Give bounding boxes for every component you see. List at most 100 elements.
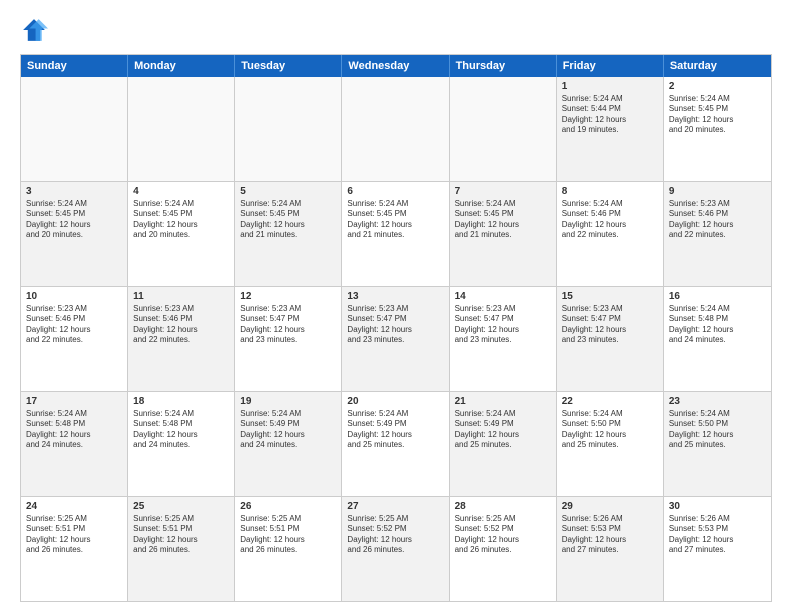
day-number: 8 — [562, 186, 658, 197]
day-number: 20 — [347, 396, 443, 407]
cell-text: Sunrise: 5:24 AM Sunset: 5:50 PM Dayligh… — [669, 409, 766, 451]
weekday-header-wednesday: Wednesday — [342, 55, 449, 77]
day-number: 14 — [455, 291, 551, 302]
cell-text: Sunrise: 5:25 AM Sunset: 5:51 PM Dayligh… — [133, 514, 229, 556]
calendar: SundayMondayTuesdayWednesdayThursdayFrid… — [20, 54, 772, 602]
calendar-cell-empty-0-3 — [342, 77, 449, 181]
calendar-cell-empty-0-0 — [21, 77, 128, 181]
calendar-cell-empty-0-2 — [235, 77, 342, 181]
calendar-cell-8: 8 Sunrise: 5:24 AM Sunset: 5:46 PM Daylig… — [557, 182, 664, 286]
calendar-cell-30: 30 Sunrise: 5:26 AM Sunset: 5:53 PM Dayli… — [664, 497, 771, 601]
weekday-header-tuesday: Tuesday — [235, 55, 342, 77]
cell-text: Sunrise: 5:23 AM Sunset: 5:46 PM Dayligh… — [133, 304, 229, 346]
calendar-cell-19: 19 Sunrise: 5:24 AM Sunset: 5:49 PM Dayli… — [235, 392, 342, 496]
cell-text: Sunrise: 5:24 AM Sunset: 5:50 PM Dayligh… — [562, 409, 658, 451]
calendar-cell-22: 22 Sunrise: 5:24 AM Sunset: 5:50 PM Dayli… — [557, 392, 664, 496]
calendar-cell-7: 7 Sunrise: 5:24 AM Sunset: 5:45 PM Daylig… — [450, 182, 557, 286]
calendar-cell-18: 18 Sunrise: 5:24 AM Sunset: 5:48 PM Dayli… — [128, 392, 235, 496]
day-number: 13 — [347, 291, 443, 302]
calendar-cell-21: 21 Sunrise: 5:24 AM Sunset: 5:49 PM Dayli… — [450, 392, 557, 496]
cell-text: Sunrise: 5:23 AM Sunset: 5:46 PM Dayligh… — [669, 199, 766, 241]
cell-text: Sunrise: 5:24 AM Sunset: 5:48 PM Dayligh… — [26, 409, 122, 451]
day-number: 22 — [562, 396, 658, 407]
cell-text: Sunrise: 5:24 AM Sunset: 5:45 PM Dayligh… — [240, 199, 336, 241]
calendar-cell-24: 24Sunrise: 5:25 AM Sunset: 5:51 PM Dayli… — [21, 497, 128, 601]
calendar-row-2: 10 Sunrise: 5:23 AM Sunset: 5:46 PM Dayli… — [21, 286, 771, 391]
cell-text: Sunrise: 5:24 AM Sunset: 5:46 PM Dayligh… — [562, 199, 658, 241]
weekday-header-monday: Monday — [128, 55, 235, 77]
calendar-row-3: 17 Sunrise: 5:24 AM Sunset: 5:48 PM Dayli… — [21, 391, 771, 496]
calendar-cell-4: 4 Sunrise: 5:24 AM Sunset: 5:45 PM Daylig… — [128, 182, 235, 286]
cell-text: Sunrise: 5:25 AM Sunset: 5:52 PM Dayligh… — [455, 514, 551, 556]
day-number: 12 — [240, 291, 336, 302]
calendar-cell-16: 16 Sunrise: 5:24 AM Sunset: 5:48 PM Dayli… — [664, 287, 771, 391]
cell-text: Sunrise: 5:24 AM Sunset: 5:49 PM Dayligh… — [240, 409, 336, 451]
calendar-cell-25: 25 Sunrise: 5:25 AM Sunset: 5:51 PM Dayli… — [128, 497, 235, 601]
day-number: 7 — [455, 186, 551, 197]
calendar-cell-27: 27Sunrise: 5:25 AM Sunset: 5:52 PM Dayli… — [342, 497, 449, 601]
calendar-cell-5: 5 Sunrise: 5:24 AM Sunset: 5:45 PM Daylig… — [235, 182, 342, 286]
calendar-cell-11: 11 Sunrise: 5:23 AM Sunset: 5:46 PM Dayli… — [128, 287, 235, 391]
calendar-cell-17: 17 Sunrise: 5:24 AM Sunset: 5:48 PM Dayli… — [21, 392, 128, 496]
weekday-header-saturday: Saturday — [664, 55, 771, 77]
calendar-cell-empty-0-1 — [128, 77, 235, 181]
day-number: 16 — [669, 291, 766, 302]
cell-text: Sunrise: 5:24 AM Sunset: 5:45 PM Dayligh… — [133, 199, 229, 241]
cell-text: Sunrise: 5:23 AM Sunset: 5:47 PM Dayligh… — [455, 304, 551, 346]
day-number: 10 — [26, 291, 122, 302]
calendar-cell-9: 9 Sunrise: 5:23 AM Sunset: 5:46 PM Daylig… — [664, 182, 771, 286]
cell-text: Sunrise: 5:24 AM Sunset: 5:49 PM Dayligh… — [347, 409, 443, 451]
day-number: 9 — [669, 186, 766, 197]
day-number: 11 — [133, 291, 229, 302]
day-number: 2 — [669, 81, 766, 92]
calendar-row-1: 3 Sunrise: 5:24 AM Sunset: 5:45 PM Daylig… — [21, 181, 771, 286]
day-number: 17 — [26, 396, 122, 407]
day-number: 3 — [26, 186, 122, 197]
day-number: 15 — [562, 291, 658, 302]
calendar-cell-26: 26Sunrise: 5:25 AM Sunset: 5:51 PM Dayli… — [235, 497, 342, 601]
calendar-cell-14: 14 Sunrise: 5:23 AM Sunset: 5:47 PM Dayli… — [450, 287, 557, 391]
weekday-header-friday: Friday — [557, 55, 664, 77]
day-number: 18 — [133, 396, 229, 407]
day-number: 25 — [133, 501, 229, 512]
calendar-cell-empty-0-4 — [450, 77, 557, 181]
calendar-cell-23: 23 Sunrise: 5:24 AM Sunset: 5:50 PM Dayli… — [664, 392, 771, 496]
day-number: 23 — [669, 396, 766, 407]
cell-text: Sunrise: 5:24 AM Sunset: 5:45 PM Dayligh… — [455, 199, 551, 241]
day-number: 5 — [240, 186, 336, 197]
calendar-cell-29: 29Sunrise: 5:26 AM Sunset: 5:53 PM Dayli… — [557, 497, 664, 601]
day-number: 30 — [669, 501, 766, 512]
cell-text: Sunrise: 5:24 AM Sunset: 5:45 PM Dayligh… — [347, 199, 443, 241]
day-number: 4 — [133, 186, 229, 197]
cell-text: Sunrise: 5:24 AM Sunset: 5:48 PM Dayligh… — [133, 409, 229, 451]
cell-text: Sunrise: 5:25 AM Sunset: 5:51 PM Dayligh… — [26, 514, 122, 556]
calendar-cell-1: 1 Sunrise: 5:24 AM Sunset: 5:44 PM Daylig… — [557, 77, 664, 181]
cell-text: Sunrise: 5:24 AM Sunset: 5:45 PM Dayligh… — [26, 199, 122, 241]
day-number: 26 — [240, 501, 336, 512]
day-number: 1 — [562, 81, 658, 92]
weekday-header-thursday: Thursday — [450, 55, 557, 77]
cell-text: Sunrise: 5:24 AM Sunset: 5:48 PM Dayligh… — [669, 304, 766, 346]
calendar-cell-6: 6 Sunrise: 5:24 AM Sunset: 5:45 PM Daylig… — [342, 182, 449, 286]
cell-text: Sunrise: 5:23 AM Sunset: 5:47 PM Dayligh… — [347, 304, 443, 346]
cell-text: Sunrise: 5:26 AM Sunset: 5:53 PM Dayligh… — [562, 514, 658, 556]
day-number: 21 — [455, 396, 551, 407]
calendar-cell-2: 2Sunrise: 5:24 AM Sunset: 5:45 PM Daylig… — [664, 77, 771, 181]
cell-text: Sunrise: 5:24 AM Sunset: 5:44 PM Dayligh… — [562, 94, 658, 136]
calendar-cell-3: 3 Sunrise: 5:24 AM Sunset: 5:45 PM Daylig… — [21, 182, 128, 286]
cell-text: Sunrise: 5:24 AM Sunset: 5:49 PM Dayligh… — [455, 409, 551, 451]
day-number: 28 — [455, 501, 551, 512]
calendar-cell-13: 13 Sunrise: 5:23 AM Sunset: 5:47 PM Dayli… — [342, 287, 449, 391]
calendar-cell-20: 20 Sunrise: 5:24 AM Sunset: 5:49 PM Dayli… — [342, 392, 449, 496]
day-number: 6 — [347, 186, 443, 197]
calendar-body: 1 Sunrise: 5:24 AM Sunset: 5:44 PM Daylig… — [21, 77, 771, 601]
day-number: 19 — [240, 396, 336, 407]
cell-text: Sunrise: 5:23 AM Sunset: 5:47 PM Dayligh… — [562, 304, 658, 346]
cell-text: Sunrise: 5:23 AM Sunset: 5:46 PM Dayligh… — [26, 304, 122, 346]
calendar-cell-28: 28 Sunrise: 5:25 AM Sunset: 5:52 PM Dayli… — [450, 497, 557, 601]
calendar-cell-10: 10 Sunrise: 5:23 AM Sunset: 5:46 PM Dayli… — [21, 287, 128, 391]
cell-text: Sunrise: 5:25 AM Sunset: 5:52 PM Dayligh… — [347, 514, 443, 556]
calendar-row-4: 24Sunrise: 5:25 AM Sunset: 5:51 PM Dayli… — [21, 496, 771, 601]
cell-text: Sunrise: 5:26 AM Sunset: 5:53 PM Dayligh… — [669, 514, 766, 556]
header — [20, 16, 772, 44]
